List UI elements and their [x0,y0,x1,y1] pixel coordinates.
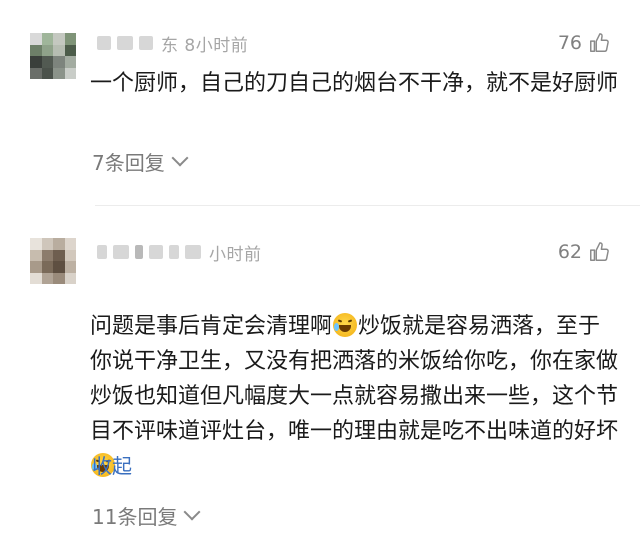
avatar-pixel [64,261,76,273]
username-redacted[interactable] [97,36,153,50]
comment-time: 东 8小时前 [161,35,249,56]
like-button[interactable]: 76 [558,31,610,55]
avatar-pixel [64,44,76,56]
comment-item: 小时前 62 问题是事后肯定会清理啊 炒饭就是容易洒落，至于你说干净卫生，又没有把… [0,210,640,550]
avatar-pixel [30,249,42,261]
comment-meta: 小时前 [97,240,262,265]
avatar-pixel [53,44,65,56]
avatar-pixel [41,67,53,79]
avatar-pixel [64,56,76,68]
like-count: 62 [557,241,582,263]
avatar-pixel [53,56,65,68]
replies-count: 7条回复 [92,150,165,175]
avatar-pixel [64,33,76,45]
chevron-down-icon [171,149,189,167]
replies-toggle[interactable]: 7条回复 [92,147,189,175]
avatar-pixel [30,67,42,79]
avatar-pixel [64,272,76,284]
avatar-pixel [53,249,65,261]
avatar-pixel [53,261,65,273]
avatar[interactable] [30,238,76,284]
comment-item: 东 8小时前 76 一个厨师，自己的刀自己的烟台不干净，就不是好厨师 7条回复 [0,0,640,205]
avatar-pixel [41,44,53,56]
avatar-pixel [30,261,42,273]
avatar-pixel [53,67,65,79]
avatar-pixel [30,33,42,45]
avatar-pixel [41,238,53,250]
comment-text: 一个厨师，自己的刀自己的烟台不干净，就不是好厨师 [90,71,619,96]
like-count: 76 [557,32,582,54]
avatar-pixel [30,44,42,56]
avatar[interactable] [30,33,76,79]
avatar-pixel [30,56,42,68]
comment-meta: 东 8小时前 [97,31,249,56]
avatar-pixel [41,33,53,45]
thumbs-up-icon [590,242,609,261]
avatar-pixel [53,238,65,250]
comment-text-part: 问题是事后肯定会清理啊 [90,314,333,339]
laughing-crying-emoji-icon [333,313,358,337]
avatar-pixel [64,238,76,250]
divider [95,205,640,206]
avatar-pixel [53,272,65,284]
comment-text: 问题是事后肯定会清理啊 炒饭就是容易洒落，至于你说干净卫生，又没有把洒落的米饭给你… [90,274,620,484]
avatar-pixel [64,67,76,79]
avatar-pixel [41,272,53,284]
chevron-down-icon [183,503,201,521]
avatar-pixel [41,249,53,261]
username-redacted[interactable] [97,245,201,259]
comment-time: 小时前 [209,244,262,265]
avatar-pixel [30,238,42,250]
avatar-pixel [30,272,42,284]
thumbs-up-icon [590,33,609,52]
avatar-pixel [41,261,53,273]
replies-count: 11条回复 [92,504,178,529]
avatar-pixel [53,33,65,45]
collapse-link[interactable]: 收起 [92,450,132,479]
replies-toggle[interactable]: 11条回复 [92,501,201,529]
like-button[interactable]: 62 [558,240,610,264]
avatar-pixel [64,249,76,261]
avatar-pixel [41,56,53,68]
